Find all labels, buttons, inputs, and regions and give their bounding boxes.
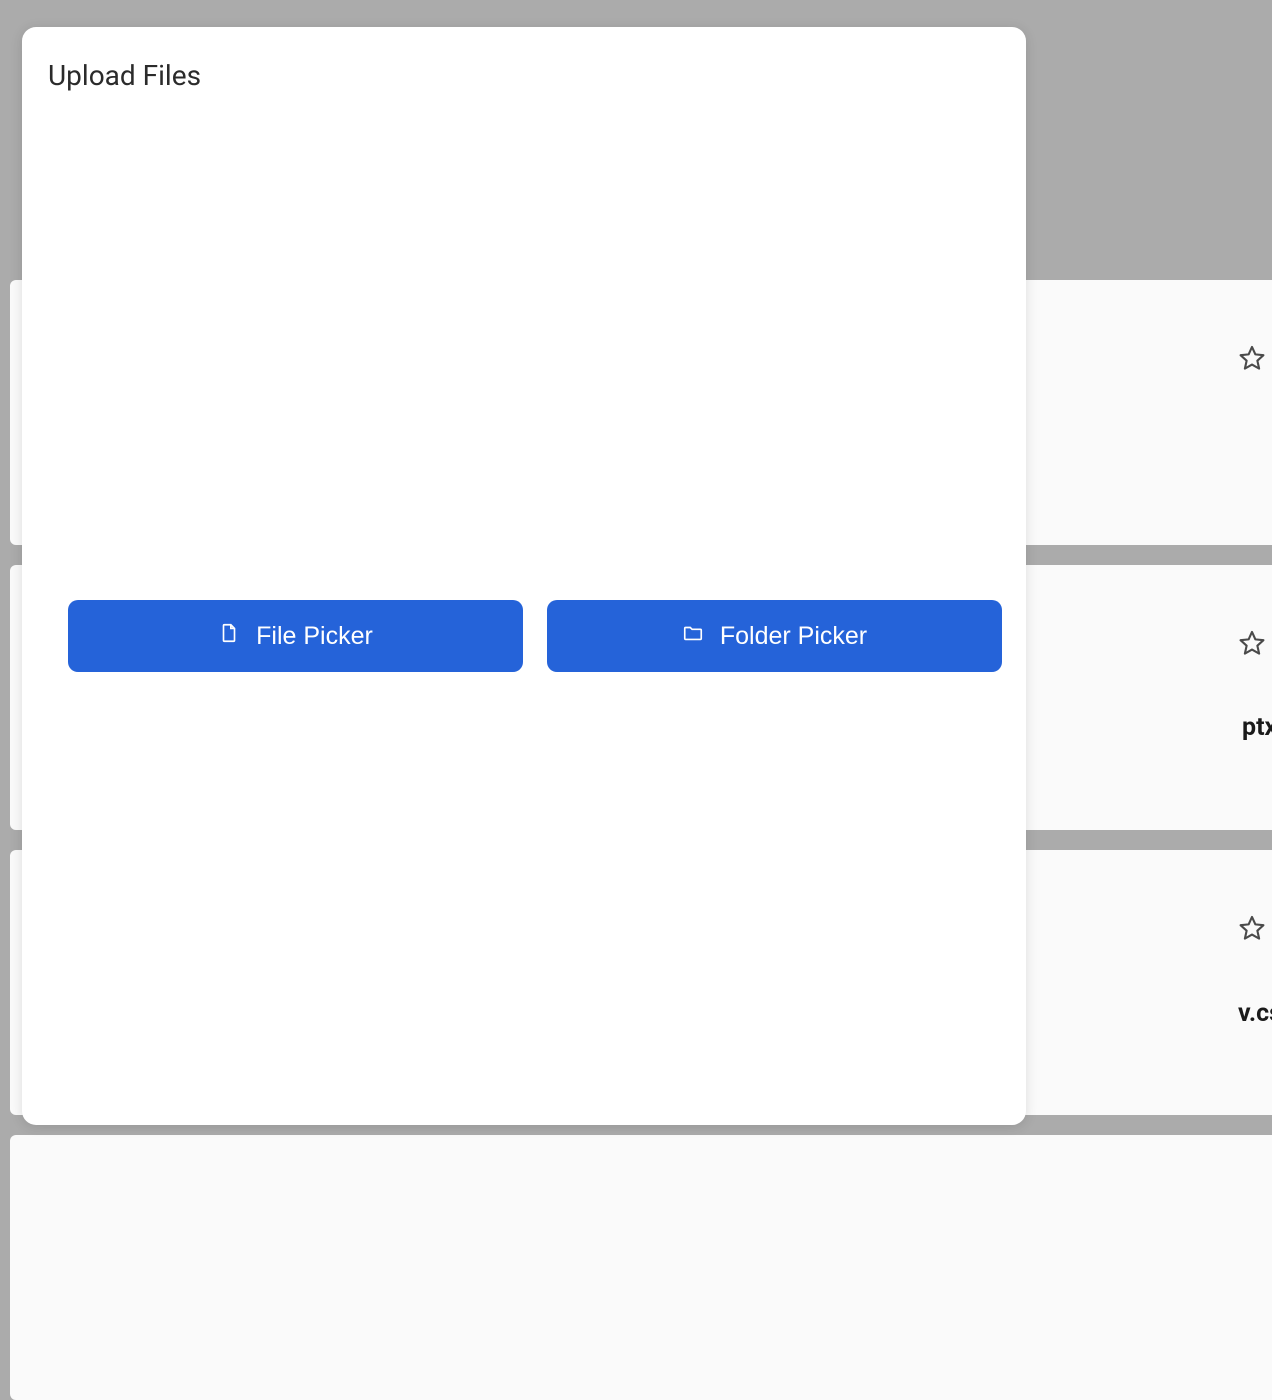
upload-files-modal: Upload Files File Picker Folder Picker (22, 27, 1026, 1125)
background-filename-fragment: v.cs (1238, 999, 1272, 1028)
background-row (10, 1135, 1272, 1400)
star-icon[interactable] (1238, 344, 1266, 372)
file-picker-label: File Picker (256, 622, 373, 651)
picker-button-row: File Picker Folder Picker (68, 600, 1002, 672)
folder-icon (682, 622, 704, 651)
star-icon[interactable] (1238, 629, 1266, 657)
file-icon (218, 622, 240, 651)
star-icon[interactable] (1238, 914, 1266, 942)
folder-picker-button[interactable]: Folder Picker (547, 600, 1002, 672)
file-picker-button[interactable]: File Picker (68, 600, 523, 672)
modal-title: Upload Files (46, 59, 1002, 92)
folder-picker-label: Folder Picker (720, 622, 867, 651)
background-filename-fragment: ptx (1242, 713, 1272, 742)
